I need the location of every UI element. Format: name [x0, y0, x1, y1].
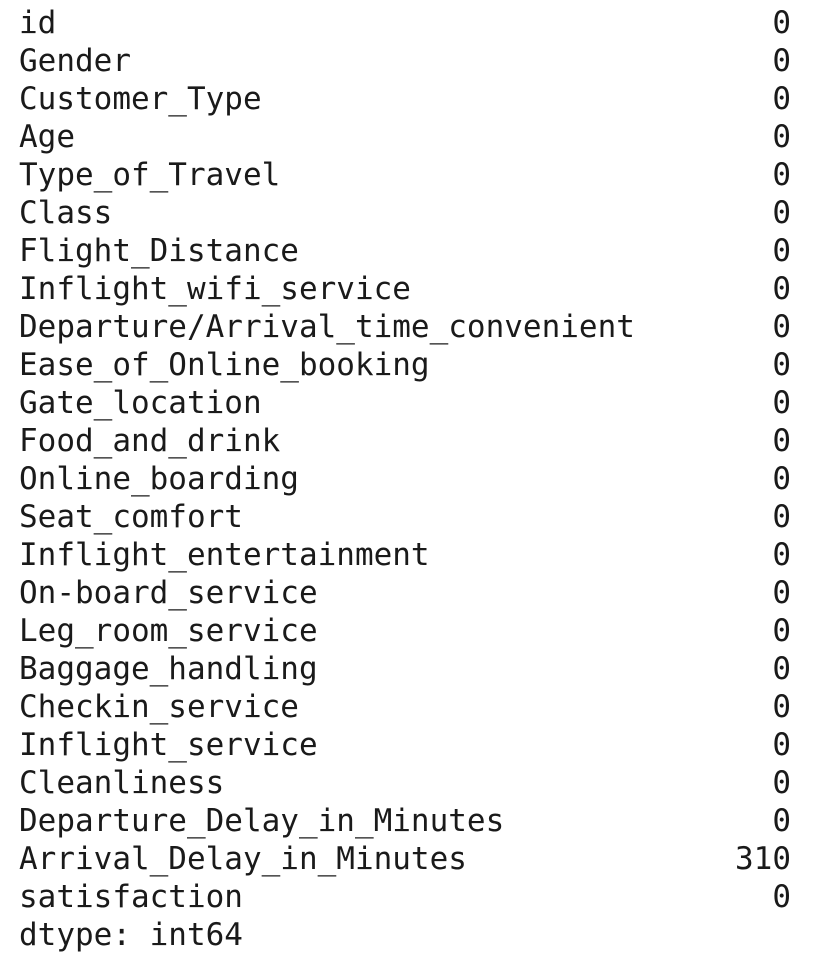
- column-name: Ease_of_Online_booking: [19, 347, 430, 383]
- null-count: 0: [772, 423, 791, 459]
- null-count: 0: [772, 803, 791, 839]
- null-count: 0: [772, 765, 791, 801]
- column-name: Online_boarding: [19, 461, 299, 497]
- series-row: id 0: [19, 4, 791, 42]
- series-row: Flight_Distance 0: [19, 232, 791, 270]
- null-count: 0: [772, 347, 791, 383]
- null-count: 0: [772, 81, 791, 117]
- series-row: Customer_Type 0: [19, 80, 791, 118]
- column-name: Inflight_wifi_service: [19, 271, 411, 307]
- null-count: 0: [772, 461, 791, 497]
- column-name: Departure/Arrival_time_convenient: [19, 309, 635, 345]
- series-row: Cleanliness 0: [19, 764, 791, 802]
- column-name: Seat_comfort: [19, 499, 243, 535]
- column-name: Arrival_Delay_in_Minutes: [19, 841, 467, 877]
- series-row: Inflight_service 0: [19, 726, 791, 764]
- null-count: 0: [772, 727, 791, 763]
- series-row: On-board_service 0: [19, 574, 791, 612]
- series-row: Seat_comfort 0: [19, 498, 791, 536]
- column-name: Cleanliness: [19, 765, 225, 801]
- null-count: 310: [735, 841, 791, 877]
- series-row: Arrival_Delay_in_Minutes 310: [19, 840, 791, 878]
- null-count: 0: [772, 385, 791, 421]
- series-row: Gender 0: [19, 42, 791, 80]
- null-count: 0: [772, 157, 791, 193]
- null-count: 0: [772, 271, 791, 307]
- column-name: Flight_Distance: [19, 233, 299, 269]
- column-name: Age: [19, 119, 75, 155]
- null-count: 0: [772, 195, 791, 231]
- series-row: Food_and_drink 0: [19, 422, 791, 460]
- column-name: Gender: [19, 43, 131, 79]
- series-row: satisfaction 0: [19, 878, 791, 916]
- column-name: Inflight_service: [19, 727, 318, 763]
- series-row: Class 0: [19, 194, 791, 232]
- null-count: 0: [772, 689, 791, 725]
- dtype-line: dtype: int64: [19, 917, 243, 953]
- column-name: Type_of_Travel: [19, 157, 281, 193]
- series-row: Inflight_entertainment 0: [19, 536, 791, 574]
- null-count: 0: [772, 613, 791, 649]
- series-row: Baggage_handling 0: [19, 650, 791, 688]
- column-name: Checkin_service: [19, 689, 299, 725]
- column-name: Customer_Type: [19, 81, 262, 117]
- null-count: 0: [772, 233, 791, 269]
- series-row: Ease_of_Online_booking 0: [19, 346, 791, 384]
- null-count: 0: [772, 651, 791, 687]
- column-name: Departure_Delay_in_Minutes: [19, 803, 505, 839]
- null-count: 0: [772, 5, 791, 41]
- series-output: id 0 Gender 0 Customer_Type 0 Age 0 Type_of_…: [19, 4, 791, 954]
- series-row: Inflight_wifi_service 0: [19, 270, 791, 308]
- column-name: id: [19, 5, 57, 41]
- null-count: 0: [772, 575, 791, 611]
- series-row: Departure/Arrival_time_convenient 0: [19, 308, 791, 346]
- column-name: Inflight_entertainment: [19, 537, 430, 573]
- null-count: 0: [772, 119, 791, 155]
- column-name: Gate_location: [19, 385, 262, 421]
- series-row: Online_boarding 0: [19, 460, 791, 498]
- column-name: satisfaction: [19, 879, 243, 915]
- null-count: 0: [772, 879, 791, 915]
- column-name: On-board_service: [19, 575, 318, 611]
- series-row: Leg_room_service 0: [19, 612, 791, 650]
- null-count: 0: [772, 309, 791, 345]
- null-count: 0: [772, 537, 791, 573]
- series-row: Departure_Delay_in_Minutes 0: [19, 802, 791, 840]
- series-row: Gate_location 0: [19, 384, 791, 422]
- series-row: Checkin_service 0: [19, 688, 791, 726]
- column-name: Baggage_handling: [19, 651, 318, 687]
- column-name: Leg_room_service: [19, 613, 318, 649]
- null-count: 0: [772, 499, 791, 535]
- series-row: Age 0: [19, 118, 791, 156]
- column-name: Food_and_drink: [19, 423, 281, 459]
- null-count: 0: [772, 43, 791, 79]
- series-row: Type_of_Travel 0: [19, 156, 791, 194]
- column-name: Class: [19, 195, 113, 231]
